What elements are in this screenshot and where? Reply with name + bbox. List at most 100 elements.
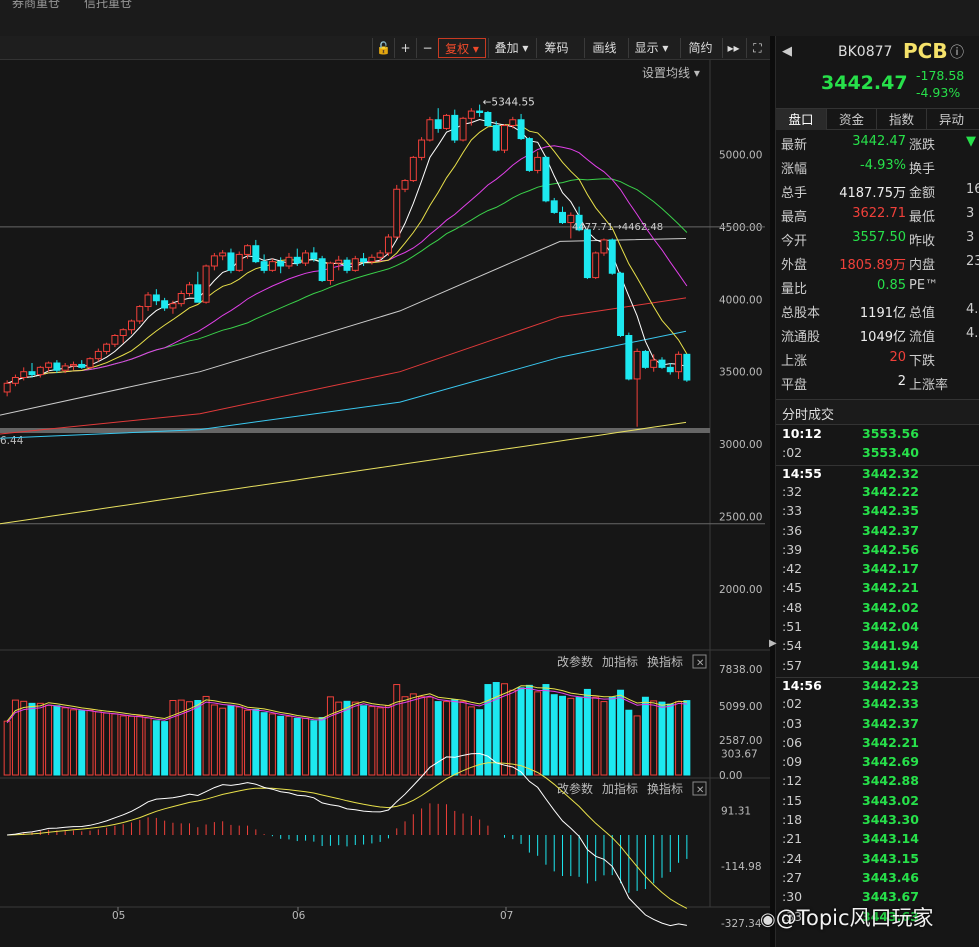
- fullscreen-icon[interactable]: ⛶: [746, 38, 768, 58]
- tick-row: :45 3442.21: [776, 580, 979, 599]
- quote-row: 外盘 1805.89万内盘 236: [781, 254, 979, 276]
- quote-value-2: 236: [966, 254, 979, 269]
- tick-row: 14:55 3442.32: [776, 464, 979, 484]
- tab-zijin[interactable]: 资金: [826, 109, 876, 130]
- zoom-in-icon[interactable]: +: [394, 38, 416, 58]
- ma-setting-link: 设置均线 ▾: [642, 66, 700, 80]
- forward-icon[interactable]: ▸▸: [722, 38, 744, 58]
- candle-up: [426, 119, 434, 141]
- watermark-text: ◉@Topic风口玩家: [760, 902, 979, 942]
- tick-row: :09 3442.69: [776, 754, 979, 773]
- price-tick-label: 2500.00: [719, 512, 762, 524]
- lock-icon[interactable]: 🔓: [372, 38, 394, 58]
- quote-label-2: PE™: [909, 278, 939, 293]
- volume-bar-down: [293, 717, 301, 776]
- quote-label: 外盘: [781, 258, 808, 273]
- volume-bar-up: [393, 684, 401, 776]
- tick-time: :21: [782, 831, 803, 847]
- volume-bar-up: [69, 709, 77, 776]
- quote-row: 流通股 1049亿 流值 4.: [781, 326, 979, 348]
- volume-bar-up: [119, 715, 127, 776]
- chart-area: 设置均线 ▾ 5000.00 4500.00 4000.00 3500.00 3000.0…: [0, 36, 770, 947]
- tick-row: :21 3443.14: [776, 831, 979, 850]
- candle-up: [103, 343, 111, 352]
- display-button[interactable]: 显示 ▾: [628, 38, 674, 58]
- candle-down: [152, 294, 160, 302]
- candle-up: [86, 358, 94, 368]
- tick-time: :27: [782, 869, 803, 885]
- volume-bar-up: [442, 701, 450, 776]
- candle-down: [434, 119, 442, 129]
- candle-up: [119, 329, 127, 337]
- candle-down: [559, 211, 567, 224]
- ticks-header: 分时成交: [776, 399, 979, 425]
- tick-time: :42: [782, 561, 803, 577]
- tick-time: :57: [782, 657, 803, 673]
- draw-line-button[interactable]: 画线: [584, 38, 624, 58]
- volume-bar-up: [633, 715, 641, 776]
- volume-bar-up: [675, 701, 683, 776]
- volume-bar-up: [302, 717, 310, 776]
- panel-divider[interactable]: [770, 36, 775, 947]
- tick-time: :15: [782, 792, 803, 808]
- candle-up: [169, 303, 177, 309]
- candle-up: [600, 239, 608, 254]
- volume-bar-up: [127, 715, 135, 776]
- tab-trust-holdings[interactable]: 信托重仓: [84, 0, 132, 11]
- candle-up: [302, 252, 310, 264]
- tab-zhishu[interactable]: 指数: [876, 109, 926, 130]
- quote-value: 3442.47: [852, 134, 906, 149]
- volume-bar-up: [650, 700, 658, 776]
- chip-button[interactable]: 筹码: [536, 38, 576, 58]
- divider-arrow-icon[interactable]: ▶: [769, 638, 777, 658]
- candle-down: [666, 366, 674, 373]
- vol-jia: 加指标: [602, 654, 638, 669]
- collapse-arrow-icon[interactable]: ◀: [782, 44, 792, 59]
- quote-label: 总股本: [781, 306, 821, 321]
- candle-up: [36, 366, 44, 376]
- tab-yidong[interactable]: 异动: [926, 109, 976, 130]
- candle-down: [484, 112, 492, 127]
- fuquan-button[interactable]: 复权 ▾: [438, 38, 486, 58]
- quote-value: 20: [889, 350, 906, 365]
- candle-down: [310, 252, 318, 260]
- quote-label-2: 内盘: [909, 258, 936, 273]
- quote-value-2: 4.: [966, 302, 979, 317]
- volume-bar-down: [260, 712, 268, 776]
- quote-label-2: 流值: [909, 330, 936, 345]
- tick-row: :06 3442.21: [776, 735, 979, 754]
- tick-price: 3442.21: [862, 734, 919, 750]
- volume-bar-up: [86, 709, 94, 776]
- candle-down: [318, 258, 326, 281]
- tick-price: 3442.69: [862, 754, 919, 770]
- info-icon[interactable]: ⓘ: [950, 42, 964, 62]
- volume-bar-down: [583, 688, 591, 776]
- candle-up: [326, 262, 334, 281]
- overlay-button[interactable]: 叠加 ▾: [488, 38, 534, 58]
- candle-up: [144, 294, 152, 308]
- macd-tick-label: 303.67: [721, 748, 758, 760]
- zoom-out-icon[interactable]: −: [416, 38, 438, 58]
- simple-button[interactable]: 简约: [680, 38, 720, 58]
- price-tick-label: 2000.00: [719, 584, 762, 596]
- quote-label: 量比: [781, 282, 808, 297]
- left-cut-label: 6.44: [0, 435, 24, 447]
- volume-bar-up: [136, 715, 144, 776]
- candle-up: [202, 265, 210, 303]
- vol-tick-label: 7838.00: [719, 664, 762, 676]
- volume-bar-up: [186, 701, 193, 776]
- price-tick-label: 4500.00: [719, 222, 762, 234]
- tick-time: :02: [782, 445, 803, 461]
- quote-row: 量比 0.85 PE™: [781, 278, 979, 300]
- candle-up: [268, 261, 276, 271]
- stock-code: BK0877: [838, 44, 893, 60]
- candle-up: [20, 371, 28, 378]
- tick-row: :03 3442.37: [776, 716, 979, 735]
- candle-up: [376, 252, 384, 258]
- tab-pankou[interactable]: 盘口: [776, 109, 826, 130]
- tick-row: :36 3442.37: [776, 523, 979, 542]
- tab-broker-holdings[interactable]: 券商重仓: [12, 0, 60, 11]
- quote-value: 1805.89万: [839, 258, 906, 273]
- candle-up: [675, 353, 683, 373]
- tick-price: 3443.14: [862, 831, 919, 847]
